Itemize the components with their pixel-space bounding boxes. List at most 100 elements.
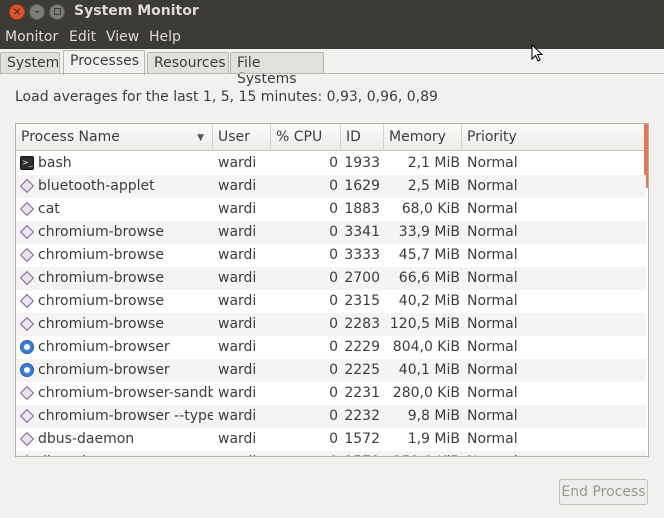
process-icon <box>19 247 35 263</box>
process-user: wardi <box>218 339 257 355</box>
column-user[interactable]: User <box>213 124 271 151</box>
table-row[interactable]: bluetooth-applet wardi 0 1629 2,5 MiB Normal <box>16 175 646 198</box>
process-user: wardi <box>218 201 257 217</box>
process-id: 2283 <box>344 316 380 332</box>
process-cpu: 0 <box>329 408 338 424</box>
table-row[interactable]: chromium-browse wardi 0 3341 33,9 MiB Normal <box>16 221 646 244</box>
tab-resources[interactable]: Resources <box>147 52 229 74</box>
process-name: chromium-browser <box>38 339 170 355</box>
process-name: chromium-browse <box>38 316 164 332</box>
column-id[interactable]: ID <box>341 124 384 151</box>
table-header: Process Name ▼ User % CPU ID Memory Prio… <box>16 124 648 151</box>
process-priority: Normal <box>467 362 518 378</box>
column-memory[interactable]: Memory <box>384 124 462 151</box>
process-priority: Normal <box>467 247 518 263</box>
process-priority: Normal <box>467 224 518 240</box>
process-name: chromium-browser <box>38 362 170 378</box>
table-body: >_ bash wardi 0 1933 2,1 MiB Normal bluetooth-a… <box>16 152 646 456</box>
table-row[interactable]: chromium-browser --type= wardi 0 2232 9,8 Mi… <box>16 405 646 428</box>
process-icon <box>19 454 35 456</box>
process-memory: 1,9 MiB <box>407 431 460 447</box>
process-priority: Normal <box>467 293 518 309</box>
table-row[interactable]: dbus-daemon wardi 0 1571 252,0 KiB Normal <box>16 451 646 456</box>
process-cpu: 0 <box>329 247 338 263</box>
menu-edit[interactable]: Edit <box>69 29 96 45</box>
process-icon <box>19 408 35 424</box>
process-priority: Normal <box>467 201 518 217</box>
process-memory: 66,6 MiB <box>398 270 460 286</box>
table-row[interactable]: chromium-browse wardi 0 3333 45,7 MiB Normal <box>16 244 646 267</box>
table-row[interactable]: chromium-browse wardi 0 2315 40,2 MiB Normal <box>16 290 646 313</box>
process-table[interactable]: Process Name ▼ User % CPU ID Memory Prio… <box>15 123 649 457</box>
table-row[interactable]: chromium-browser-sandb wardi 0 2231 280,0 Ki… <box>16 382 646 405</box>
process-memory: 45,7 MiB <box>398 247 460 263</box>
process-id: 2229 <box>344 339 380 355</box>
process-name: chromium-browse <box>38 270 164 286</box>
title-bar: × – System Monitor <box>0 0 664 26</box>
process-icon <box>19 178 35 194</box>
menu-help[interactable]: Help <box>149 29 181 45</box>
table-row[interactable]: dbus-daemon wardi 0 1572 1,9 MiB Normal <box>16 428 646 451</box>
process-cpu: 0 <box>329 431 338 447</box>
process-id: 2232 <box>344 408 380 424</box>
menu-monitor[interactable]: Monitor <box>5 29 58 45</box>
process-name: chromium-browse <box>38 293 164 309</box>
process-cpu: 0 <box>272 451 338 456</box>
column-priority[interactable]: Priority <box>462 124 646 151</box>
process-icon <box>19 293 35 309</box>
table-row[interactable]: chromium-browse wardi 0 2700 66,6 MiB Normal <box>16 267 646 290</box>
process-icon <box>19 201 35 217</box>
process-id: 1883 <box>344 201 380 217</box>
process-memory: 804,0 KiB <box>392 339 460 355</box>
process-user: wardi <box>218 362 257 378</box>
process-user: wardi <box>218 385 257 401</box>
end-process-button[interactable]: End Process <box>559 479 648 505</box>
maximize-window-button[interactable] <box>49 4 65 20</box>
table-row[interactable]: chromium-browser wardi 0 2225 40,1 MiB Normal <box>16 359 646 382</box>
load-averages-label: Load averages for the last 1, 5, 15 minu… <box>15 89 438 105</box>
process-cpu: 0 <box>329 155 338 171</box>
table-row[interactable]: >_ bash wardi 0 1933 2,1 MiB Normal <box>16 152 646 175</box>
process-id: 2225 <box>344 362 380 378</box>
chromium-icon <box>20 363 34 377</box>
process-id: 3333 <box>344 247 380 263</box>
process-priority: Normal <box>467 178 518 194</box>
tab-system[interactable]: System <box>0 52 60 74</box>
table-row[interactable]: chromium-browse wardi 0 2283 120,5 MiB Normal <box>16 313 646 336</box>
process-id: 1572 <box>344 431 380 447</box>
process-user: wardi <box>218 431 257 447</box>
process-name: chromium-browse <box>38 224 164 240</box>
tab-processes[interactable]: Processes <box>63 50 145 75</box>
menu-view[interactable]: View <box>106 29 139 45</box>
process-memory: 120,5 MiB <box>389 316 460 332</box>
process-icon <box>19 385 35 401</box>
process-name: cat <box>38 201 60 217</box>
process-memory: 40,2 MiB <box>398 293 460 309</box>
process-icon <box>19 224 35 240</box>
menu-bar: Monitor Edit View Help <box>0 26 664 49</box>
process-cpu: 0 <box>329 339 338 355</box>
process-id: 2315 <box>344 293 380 309</box>
process-user: wardi <box>218 247 257 263</box>
process-priority: Normal <box>467 155 518 171</box>
column-cpu[interactable]: % CPU <box>271 124 341 151</box>
table-row[interactable]: chromium-browser wardi 0 2229 804,0 KiB Norma… <box>16 336 646 359</box>
process-memory: 2,5 MiB <box>407 178 460 194</box>
close-window-button[interactable]: × <box>9 4 25 20</box>
process-user: wardi <box>218 270 257 286</box>
process-memory: 33,9 MiB <box>398 224 460 240</box>
sort-down-icon: ▼ <box>197 133 204 143</box>
process-cpu: 0 <box>329 316 338 332</box>
column-process-name[interactable]: Process Name ▼ <box>16 124 213 151</box>
process-icon <box>19 270 35 286</box>
minimize-window-button[interactable]: – <box>29 4 45 20</box>
process-user: wardi <box>218 316 257 332</box>
tab-file-systems[interactable]: File Systems <box>230 52 324 87</box>
process-cpu: 0 <box>329 293 338 309</box>
process-icon <box>19 431 35 447</box>
tab-divider <box>0 73 664 74</box>
process-cpu: 0 <box>329 201 338 217</box>
process-priority: Normal <box>467 385 518 401</box>
process-priority: Normal <box>467 431 518 447</box>
table-row[interactable]: cat wardi 0 1883 68,0 KiB Normal <box>16 198 646 221</box>
